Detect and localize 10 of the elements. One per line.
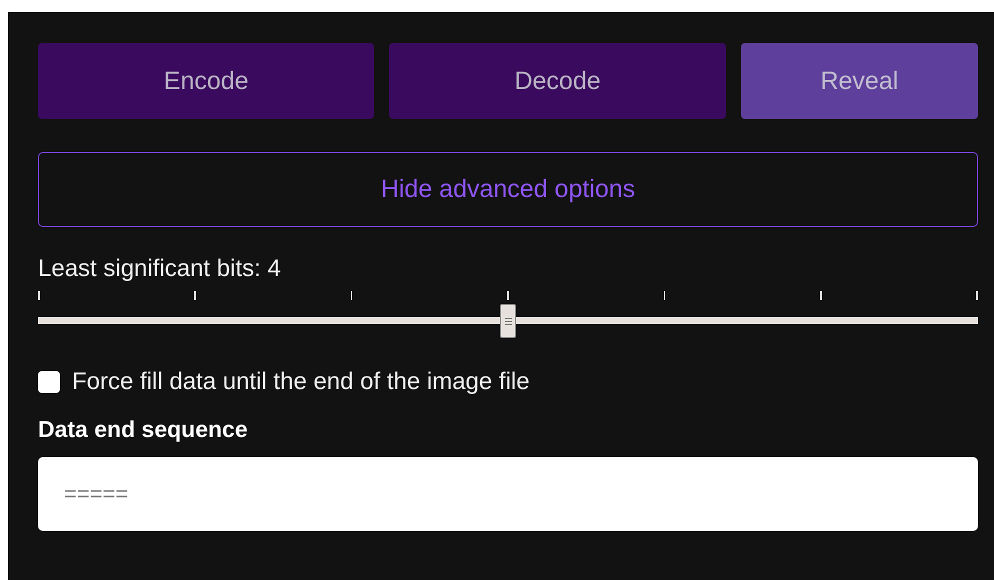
slider-label: Least significant bits: 4: [38, 255, 282, 283]
checkbox[interactable]: [38, 371, 60, 393]
advanced-options-button[interactable]: Hide advanced options: [38, 152, 978, 227]
checkbox-label: Force fill data until the end of the image file: [72, 368, 530, 396]
mode-tab[interactable]: Reveal: [740, 43, 978, 119]
mode-tab[interactable]: Decode: [389, 43, 726, 119]
end-sequence-field[interactable]: =====: [38, 457, 978, 531]
slider-thumb[interactable]: [500, 304, 516, 338]
field-label: Data end sequence: [38, 416, 249, 443]
mode-tab[interactable]: Encode: [38, 43, 374, 119]
